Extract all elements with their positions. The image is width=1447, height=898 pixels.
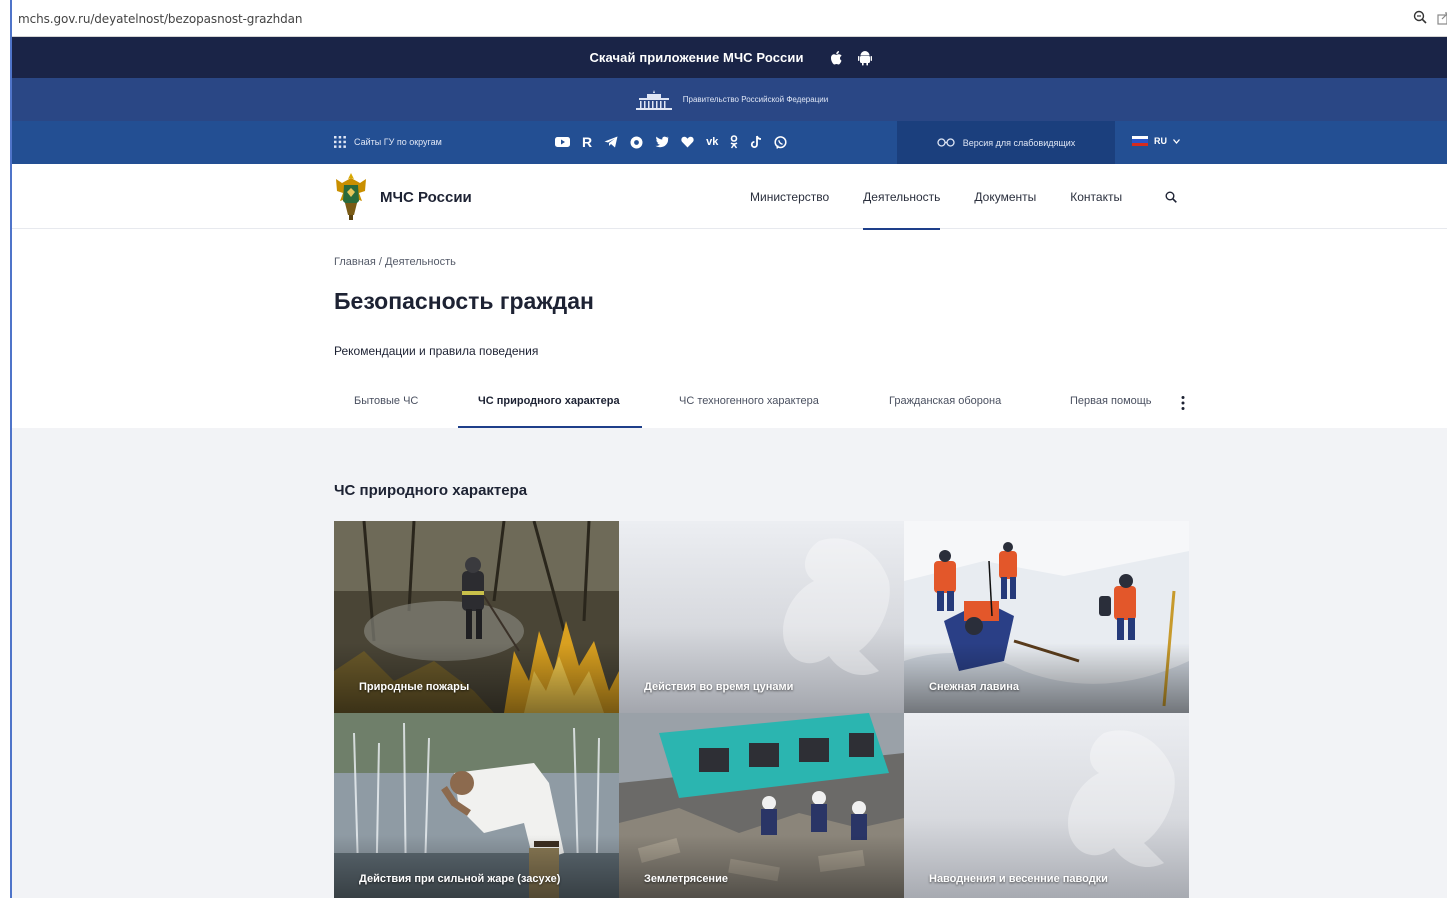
tiktok-icon[interactable]	[750, 135, 762, 149]
site-brand[interactable]: МЧС России	[380, 189, 472, 206]
nav-documents[interactable]: Документы	[974, 190, 1036, 204]
card-label: Снежная лавина	[929, 681, 1019, 693]
russia-flag-icon	[1132, 136, 1148, 146]
android-icon[interactable]	[857, 50, 872, 66]
glasses-icon	[937, 138, 955, 147]
viber-icon[interactable]	[774, 135, 787, 149]
government-building-icon	[635, 89, 672, 110]
chevron-down-icon	[1173, 138, 1180, 144]
tab-natural[interactable]: ЧС природного характера	[478, 395, 620, 407]
card-overlay	[334, 835, 619, 898]
card-overlay	[904, 643, 1189, 713]
card-floods[interactable]: Наводнения и весенние паводки	[904, 713, 1189, 898]
nav-contacts[interactable]: Контакты	[1070, 190, 1122, 204]
accessibility-version-label: Версия для слабовидящих	[962, 137, 1076, 148]
search-icon[interactable]	[1165, 191, 1177, 203]
odnoklassniki-icon[interactable]	[730, 135, 738, 149]
accessibility-version-link[interactable]: Версия для слабовидящих	[897, 121, 1115, 164]
card-label: Наводнения и весенние паводки	[929, 873, 1108, 885]
regional-sites-link[interactable]: Сайты ГУ по округам	[334, 136, 442, 148]
card-overlay	[619, 835, 904, 898]
zoom-icon[interactable]	[1413, 10, 1427, 24]
social-links: R vk	[555, 132, 787, 152]
grid-icon	[334, 136, 346, 148]
cards-grid: Природные пожары Действия во время цунам…	[334, 521, 1189, 898]
nav-activity[interactable]: Деятельность	[863, 190, 941, 230]
government-banner-text[interactable]: Правительство Российской Федерации	[683, 95, 828, 104]
section-title: ЧС природного характера	[334, 482, 528, 499]
url-text[interactable]: mchs.gov.ru/deyatelnost/bezopasnost-graz…	[18, 12, 303, 26]
government-banner[interactable]: Правительство Российской Федерации	[12, 78, 1447, 121]
ok-icon[interactable]	[630, 136, 643, 149]
top-utility-bar: Сайты ГУ по округам R vk Версия для слаб…	[12, 121, 1447, 164]
tab-technogenic[interactable]: ЧС техногенного характера	[679, 395, 819, 407]
page-subtitle: Рекомендации и правила поведения	[334, 344, 539, 358]
site-header: МЧС России Министерство Деятельность Док…	[12, 164, 1447, 230]
heart-icon[interactable]	[681, 136, 694, 148]
tab-civil-defense[interactable]: Гражданская оборона	[889, 395, 1001, 407]
regional-sites-label: Сайты ГУ по округам	[354, 137, 442, 147]
telegram-icon[interactable]	[604, 136, 618, 148]
card-label: Действия во время цунами	[644, 681, 794, 693]
eagle-watermark-placeholder	[904, 713, 1189, 898]
language-selector[interactable]: RU	[1132, 136, 1180, 146]
address-bar[interactable]: mchs.gov.ru/deyatelnost/bezopasnost-graz…	[12, 0, 1447, 37]
main-nav: Министерство Деятельность Документы Конт…	[750, 190, 1122, 230]
card-label: Действия при сильной жаре (засухе)	[359, 873, 561, 885]
page-title: Безопасность граждан	[334, 288, 594, 314]
vk-icon[interactable]: vk	[706, 132, 718, 152]
card-tsunami[interactable]: Действия во время цунами	[619, 521, 904, 713]
youtube-icon[interactable]	[555, 136, 570, 148]
card-avalanche[interactable]: Снежная лавина	[904, 521, 1189, 713]
apple-icon[interactable]	[830, 50, 844, 66]
card-earthquake[interactable]: Землетрясение	[619, 713, 904, 898]
app-download-banner: Скачай приложение МЧС России	[12, 37, 1447, 78]
browser-window: mchs.gov.ru/deyatelnost/bezopasnost-graz…	[10, 0, 1447, 898]
card-heat[interactable]: Действия при сильной жаре (засухе)	[334, 713, 619, 898]
card-wildfires[interactable]: Природные пожары	[334, 521, 619, 713]
app-download-text[interactable]: Скачай приложение МЧС России	[589, 50, 803, 65]
nav-ministry[interactable]: Министерство	[750, 190, 829, 204]
card-overlay	[334, 643, 619, 713]
language-label: RU	[1154, 136, 1167, 146]
share-icon[interactable]	[1437, 11, 1447, 25]
mchs-emblem-logo[interactable]	[332, 171, 370, 221]
card-label: Землетрясение	[644, 873, 728, 885]
breadcrumb[interactable]: Главная / Деятельность	[334, 256, 456, 268]
card-label: Природные пожары	[359, 681, 470, 693]
more-vertical-icon[interactable]	[1180, 395, 1186, 411]
rutube-icon[interactable]: R	[582, 132, 592, 152]
category-tabs: Бытовые ЧС ЧС природного характера ЧС те…	[334, 393, 1204, 430]
tab-first-aid[interactable]: Первая помощь	[1070, 395, 1152, 407]
twitter-icon[interactable]	[655, 136, 669, 148]
tab-household[interactable]: Бытовые ЧС	[354, 395, 418, 407]
